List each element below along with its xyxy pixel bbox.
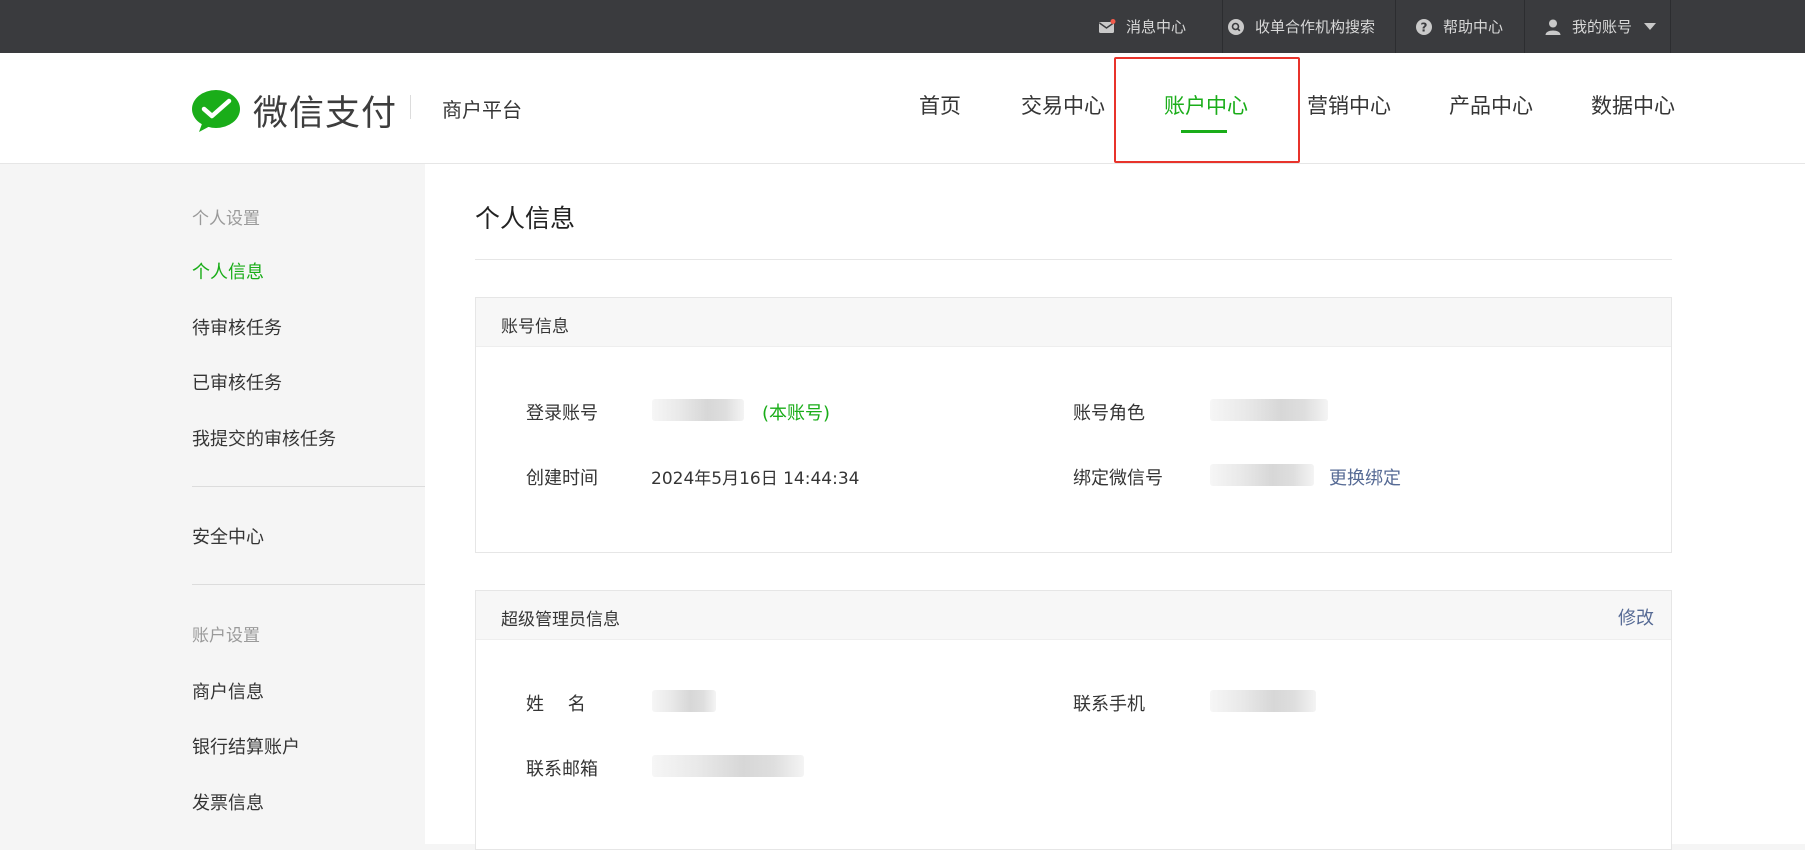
svg-text:?: ? bbox=[1421, 20, 1428, 34]
account-role-label: 账号角色 bbox=[1073, 403, 1145, 424]
sidebar: 个人设置 个人信息 待审核任务 已审核任务 我提交的审核任务 安全中心 账户设置… bbox=[0, 164, 425, 844]
caret-down-icon bbox=[1644, 23, 1657, 30]
highlight-box bbox=[1114, 57, 1300, 163]
super-admin-title: 超级管理员信息 bbox=[501, 610, 620, 630]
wechat-pay-logo[interactable]: 微信支付 bbox=[191, 85, 397, 136]
main-content: 个人信息 账号信息 登录账号 (本账号) 账号角色 创建时间 2024年5月16… bbox=[425, 164, 1805, 850]
messages-link[interactable]: 消息中心 bbox=[1098, 0, 1186, 53]
login-account-value-redacted bbox=[652, 399, 744, 421]
admin-phone-label: 联系手机 bbox=[1073, 694, 1145, 715]
envelope-icon bbox=[1098, 18, 1116, 36]
admin-phone-value-redacted bbox=[1210, 690, 1316, 712]
bound-wechat-label: 绑定微信号 bbox=[1073, 468, 1163, 489]
account-role-value-redacted bbox=[1210, 399, 1328, 421]
admin-name-label: 姓 名 bbox=[526, 694, 586, 715]
sidebar-divider bbox=[192, 584, 425, 585]
account-info-panel: 账号信息 登录账号 (本账号) 账号角色 创建时间 2024年5月16日 14:… bbox=[475, 297, 1672, 553]
search-circle-icon bbox=[1227, 18, 1245, 36]
sidebar-item-security[interactable]: 安全中心 bbox=[192, 523, 264, 549]
topbar-divider bbox=[1395, 0, 1396, 53]
nav-home[interactable]: 首页 bbox=[919, 90, 961, 120]
account-info-header: 账号信息 bbox=[476, 298, 1671, 347]
this-account-tag: (本账号) bbox=[762, 403, 831, 424]
sidebar-group-personal: 个人设置 bbox=[192, 209, 260, 229]
login-account-label: 登录账号 bbox=[526, 403, 598, 424]
topbar-divider bbox=[1524, 0, 1525, 53]
help-icon: ? bbox=[1415, 18, 1433, 36]
user-icon bbox=[1544, 18, 1562, 36]
sidebar-item-bank-account[interactable]: 银行结算账户 bbox=[192, 733, 300, 759]
sidebar-item-reviewed[interactable]: 已审核任务 bbox=[192, 369, 282, 395]
sidebar-item-invoice[interactable]: 发票信息 bbox=[192, 789, 264, 815]
created-time-value: 2024年5月16日 14:44:34 bbox=[651, 469, 860, 489]
admin-email-value-redacted bbox=[652, 755, 804, 777]
sidebar-divider bbox=[192, 486, 425, 487]
topbar-divider bbox=[1670, 0, 1671, 53]
agency-search-label: 收单合作机构搜索 bbox=[1255, 18, 1376, 36]
edit-admin-link[interactable]: 修改 bbox=[1618, 604, 1654, 630]
nav-marketing[interactable]: 营销中心 bbox=[1307, 90, 1391, 120]
sidebar-item-pending-review[interactable]: 待审核任务 bbox=[192, 314, 282, 340]
wechat-pay-logo-icon bbox=[191, 89, 241, 133]
agency-search-link[interactable]: 收单合作机构搜索 bbox=[1227, 0, 1375, 53]
rebind-wechat-link[interactable]: 更换绑定 bbox=[1329, 464, 1401, 490]
messages-label: 消息中心 bbox=[1126, 18, 1187, 36]
topbar-divider bbox=[1222, 0, 1223, 53]
sidebar-item-personal-info[interactable]: 个人信息 bbox=[192, 258, 264, 284]
logo-divider bbox=[410, 95, 411, 119]
super-admin-header: 超级管理员信息 修改 bbox=[476, 591, 1671, 640]
main-header: 微信支付 商户平台 首页 交易中心 账户中心 营销中心 产品中心 数据中心 bbox=[0, 53, 1805, 164]
account-info-title: 账号信息 bbox=[501, 317, 569, 337]
logo-text: 微信支付 bbox=[253, 94, 398, 134]
sidebar-item-merchant-info[interactable]: 商户信息 bbox=[192, 678, 264, 704]
super-admin-panel: 超级管理员信息 修改 姓 名 联系手机 联系邮箱 bbox=[475, 590, 1672, 850]
created-time-label: 创建时间 bbox=[526, 468, 598, 489]
my-account-label: 我的账号 bbox=[1572, 18, 1633, 36]
top-bar: 消息中心 收单合作机构搜索 ? 帮助中心 我的账号 bbox=[0, 0, 1805, 53]
title-divider bbox=[475, 259, 1672, 260]
page-title: 个人信息 bbox=[475, 204, 576, 233]
nav-products[interactable]: 产品中心 bbox=[1449, 90, 1533, 120]
help-link[interactable]: ? 帮助中心 bbox=[1415, 0, 1503, 53]
admin-email-label: 联系邮箱 bbox=[526, 759, 598, 780]
help-label: 帮助中心 bbox=[1443, 18, 1504, 36]
bound-wechat-value-redacted bbox=[1210, 464, 1314, 486]
sidebar-group-account: 账户设置 bbox=[192, 626, 260, 646]
my-account-menu[interactable]: 我的账号 bbox=[1544, 0, 1657, 53]
sidebar-item-my-submitted[interactable]: 我提交的审核任务 bbox=[192, 425, 336, 451]
nav-data[interactable]: 数据中心 bbox=[1591, 90, 1675, 120]
platform-name: 商户平台 bbox=[442, 98, 522, 122]
admin-name-value-redacted bbox=[652, 690, 716, 712]
nav-transactions[interactable]: 交易中心 bbox=[1021, 90, 1105, 120]
